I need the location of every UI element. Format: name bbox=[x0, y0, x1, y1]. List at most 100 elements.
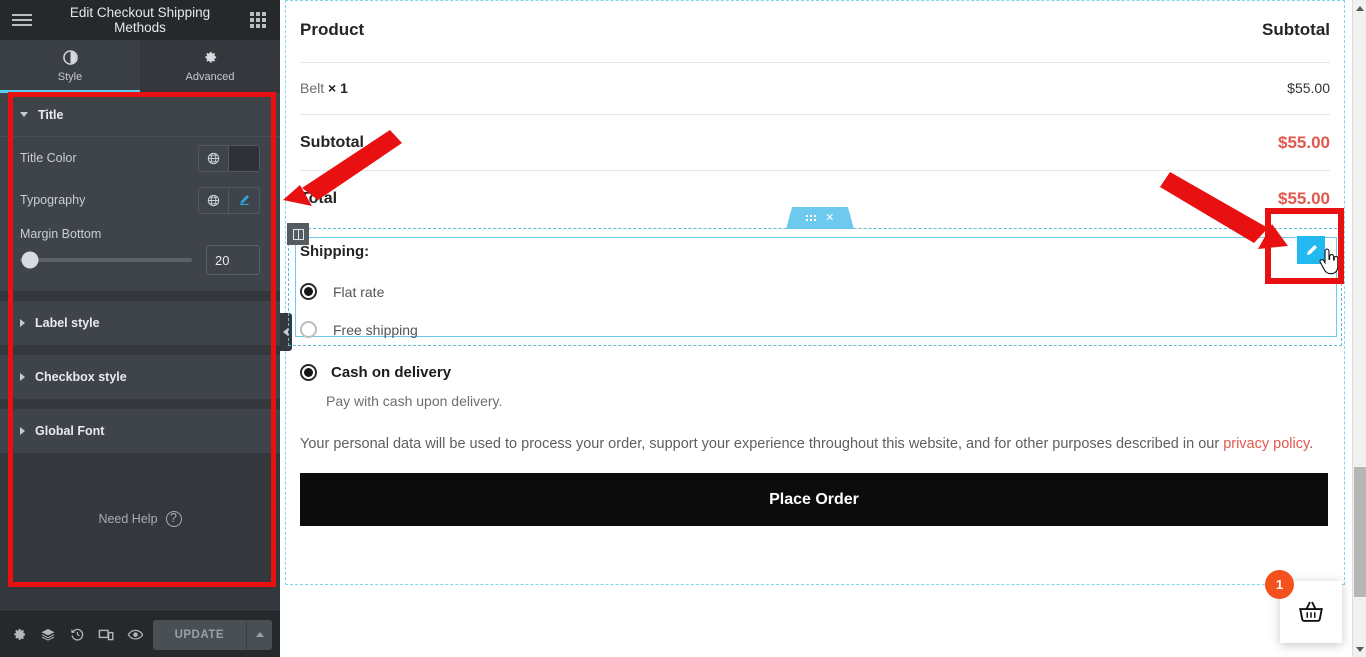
column-handle-icon[interactable] bbox=[287, 223, 309, 245]
tab-advanced[interactable]: Advanced bbox=[140, 40, 280, 93]
radio-cash-on-delivery[interactable] bbox=[300, 364, 317, 381]
section-divider bbox=[0, 345, 280, 355]
section-checkbox-style-title: Checkbox style bbox=[35, 370, 127, 384]
page-title: Edit Checkout Shipping Methods bbox=[69, 5, 211, 35]
chevron-right-icon bbox=[20, 427, 25, 435]
section-title-label: Title bbox=[38, 107, 64, 122]
margin-bottom-slider[interactable] bbox=[20, 251, 192, 269]
margin-bottom-input[interactable] bbox=[206, 245, 260, 275]
close-x-icon[interactable]: ✕ bbox=[825, 212, 834, 224]
panel-footer: UPDATE bbox=[0, 611, 280, 657]
layers-icon[interactable] bbox=[37, 619, 60, 651]
tab-style[interactable]: Style bbox=[0, 40, 140, 93]
item-quantity: × 1 bbox=[328, 80, 348, 96]
control-typography: Typography bbox=[20, 179, 260, 221]
scroll-up-arrow[interactable] bbox=[1353, 0, 1366, 16]
privacy-policy-link[interactable]: privacy policy bbox=[1223, 436, 1309, 452]
column-header-product: Product bbox=[300, 20, 365, 39]
tab-style-label: Style bbox=[57, 71, 83, 83]
chevron-right-icon bbox=[20, 373, 25, 381]
shipping-widget-selection[interactable]: ✕ bbox=[287, 207, 1342, 346]
chevron-down-icon bbox=[20, 112, 28, 117]
scrollbar-thumb[interactable] bbox=[1354, 467, 1366, 597]
payment-option-cash-on-delivery[interactable]: Cash on delivery bbox=[300, 364, 1330, 381]
item-price: $55.00 bbox=[1287, 80, 1330, 96]
subtotal-row: Subtotal $55.00 bbox=[300, 115, 1330, 171]
scroll-down-arrow[interactable] bbox=[1353, 641, 1366, 657]
panel-header: Edit Checkout Shipping Methods bbox=[0, 0, 280, 40]
history-icon[interactable] bbox=[66, 619, 89, 651]
place-order-button[interactable]: Place Order bbox=[300, 473, 1328, 526]
section-title-header[interactable]: Title bbox=[0, 93, 280, 137]
globe-icon[interactable] bbox=[199, 145, 229, 171]
update-options-caret[interactable] bbox=[246, 619, 272, 650]
settings-icon[interactable] bbox=[8, 619, 31, 651]
table-row: Belt × 1 $55.00 bbox=[300, 63, 1330, 115]
subtotal-value: $55.00 bbox=[1278, 133, 1330, 152]
editor-panel: Edit Checkout Shipping Methods Style Adv… bbox=[0, 0, 280, 657]
total-value: $55.00 bbox=[1278, 189, 1330, 208]
color-swatch[interactable] bbox=[229, 145, 259, 171]
hamburger-menu-icon[interactable] bbox=[0, 0, 44, 40]
panel-tabs: Style Advanced bbox=[0, 40, 280, 93]
checkout-order-review: Product Subtotal Belt × 1 $55.00 Subtota… bbox=[300, 16, 1330, 217]
need-help-label: Need Help bbox=[98, 512, 158, 526]
payment-method-description: Pay with cash upon delivery. bbox=[326, 393, 503, 409]
control-margin-bottom: Margin Bottom bbox=[20, 221, 260, 291]
subtotal-label: Subtotal bbox=[300, 134, 364, 151]
section-divider bbox=[0, 399, 280, 409]
privacy-notice: Your personal data will be used to proce… bbox=[300, 433, 1330, 455]
pencil-icon[interactable] bbox=[229, 188, 259, 213]
section-global-font-title: Global Font bbox=[35, 424, 105, 438]
question-circle-icon: ? bbox=[165, 511, 182, 527]
payment-method-label: Cash on delivery bbox=[331, 364, 452, 381]
radio-free-shipping[interactable] bbox=[300, 321, 317, 338]
vertical-scrollbar[interactable] bbox=[1352, 0, 1366, 657]
tab-advanced-label: Advanced bbox=[185, 71, 235, 83]
order-table-header: Product Subtotal bbox=[300, 16, 1330, 63]
section-label-style-header[interactable]: Label style bbox=[0, 301, 280, 345]
privacy-text-before: Your personal data will be used to proce… bbox=[300, 436, 1224, 452]
privacy-text-after: . bbox=[1309, 436, 1314, 452]
caret-up-icon bbox=[255, 632, 264, 637]
elementor-editor-window: Edit Checkout Shipping Methods Style Adv… bbox=[0, 0, 1366, 657]
need-help-link[interactable]: Need Help ? bbox=[0, 511, 280, 527]
gear-icon bbox=[203, 50, 218, 67]
typography-label: Typography bbox=[20, 193, 86, 207]
responsive-icon[interactable] bbox=[95, 619, 118, 651]
page-canvas: Product Subtotal Belt × 1 $55.00 Subtota… bbox=[280, 0, 1366, 657]
cart-item-count-badge: 1 bbox=[1265, 570, 1294, 599]
drag-dots-icon[interactable] bbox=[805, 214, 817, 222]
update-button[interactable]: UPDATE bbox=[152, 619, 246, 650]
payment-methods: Cash on delivery Pay with cash upon deli… bbox=[300, 364, 1330, 526]
control-title-color: Title Color bbox=[20, 137, 260, 179]
shipping-label: Shipping: bbox=[300, 243, 370, 260]
globe-icon[interactable] bbox=[199, 187, 229, 213]
panel-body: Title Title Color Typography Margin Bott… bbox=[0, 93, 280, 611]
margin-bottom-label: Margin Bottom bbox=[20, 227, 102, 241]
section-label-style-title: Label style bbox=[35, 316, 100, 330]
column-header-subtotal: Subtotal bbox=[1262, 20, 1330, 39]
section-divider bbox=[0, 291, 280, 301]
contrast-icon bbox=[62, 50, 78, 67]
slider-handle[interactable] bbox=[21, 251, 39, 269]
widget-toolbar-tab[interactable]: ✕ bbox=[786, 207, 854, 229]
column-selection-outline bbox=[295, 237, 1337, 337]
pencil-edit-icon[interactable] bbox=[1297, 236, 1325, 264]
canvas-top-border bbox=[285, 0, 1345, 1]
shipping-option-free-shipping[interactable]: Free shipping bbox=[300, 321, 418, 338]
chevron-right-icon bbox=[20, 319, 25, 327]
item-name: Belt bbox=[300, 80, 325, 96]
preview-eye-icon[interactable] bbox=[124, 619, 147, 651]
title-color-label: Title Color bbox=[20, 151, 77, 165]
title-section-controls: Title Color Typography Margin Bottom 20 bbox=[0, 137, 280, 291]
shipping-option-flat-rate[interactable]: Flat rate bbox=[300, 283, 384, 300]
shipping-option-label: Free shipping bbox=[333, 321, 418, 338]
total-label: Total bbox=[300, 190, 338, 207]
chevron-left-icon bbox=[282, 328, 288, 336]
apps-grid-icon[interactable] bbox=[236, 0, 280, 40]
section-checkbox-style-header[interactable]: Checkbox style bbox=[0, 355, 280, 399]
shipping-option-label: Flat rate bbox=[333, 283, 385, 300]
radio-flat-rate[interactable] bbox=[300, 283, 317, 300]
section-global-font-header[interactable]: Global Font bbox=[0, 409, 280, 453]
